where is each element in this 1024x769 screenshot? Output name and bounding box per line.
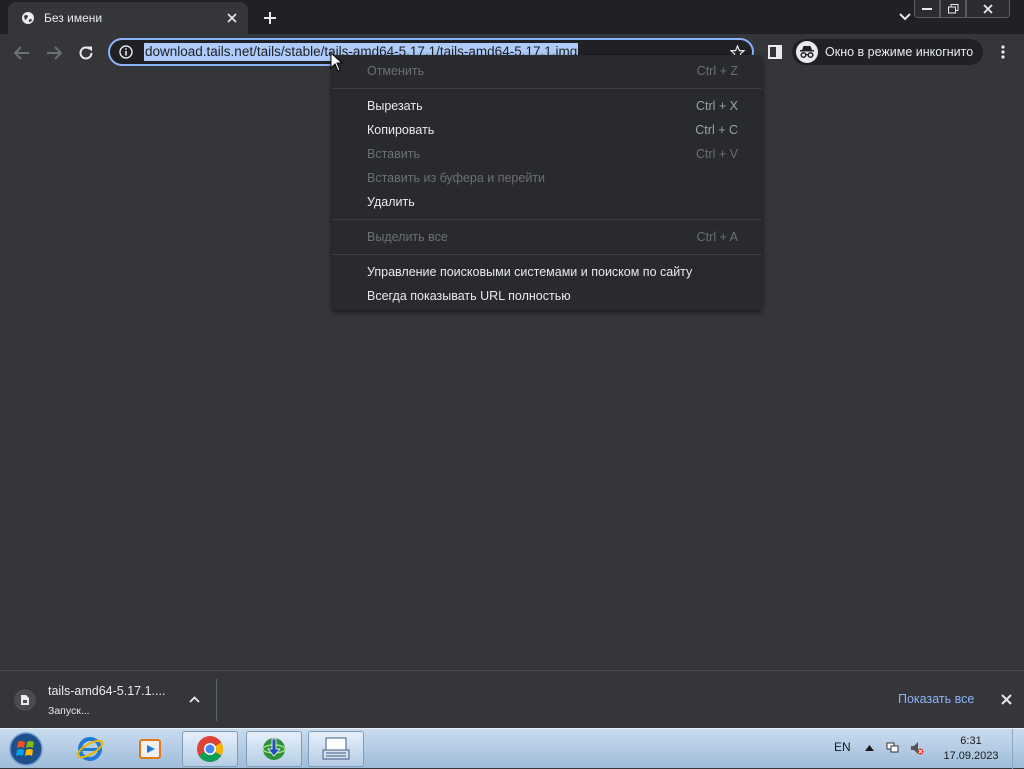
side-panel-icon[interactable]: [766, 43, 784, 61]
language-indicator[interactable]: EN: [834, 740, 851, 754]
menu-item-undo[interactable]: Отменить Ctrl + Z: [332, 59, 762, 83]
menu-item-show-full-url[interactable]: Всегда показывать URL полностью: [332, 284, 762, 308]
menu-item-paste[interactable]: Вставить Ctrl + V: [332, 142, 762, 166]
tab-untitled[interactable]: Без имени: [8, 2, 248, 34]
close-tab-icon[interactable]: [224, 10, 240, 26]
menu-item-cut[interactable]: Вырезать Ctrl + X: [332, 94, 762, 118]
tab-strip: Без имени: [0, 0, 1024, 34]
download-manager-icon[interactable]: [246, 731, 302, 767]
clock-date: 17.09.2023: [943, 750, 999, 762]
close-shelf-icon[interactable]: [998, 691, 1014, 707]
menu-item-label: Копировать: [367, 123, 435, 137]
shelf-divider: [216, 679, 217, 721]
download-status: Запуск...: [48, 705, 90, 717]
media-player-icon[interactable]: [122, 731, 178, 767]
file-icon: [14, 689, 36, 711]
menu-item-label: Вставить из буфера и перейти: [367, 171, 546, 185]
menu-item-shortcut: Ctrl + A: [696, 230, 738, 244]
back-button[interactable]: [10, 41, 34, 65]
system-clock[interactable]: 6:31 17.09.2023: [936, 734, 1006, 764]
clock-time: 6:31: [960, 735, 982, 747]
forward-button[interactable]: [42, 41, 66, 65]
restore-button[interactable]: [940, 0, 966, 18]
menu-item-shortcut: Ctrl + C: [695, 123, 738, 137]
window-controls: [914, 0, 1010, 18]
chevron-up-icon[interactable]: [862, 741, 876, 755]
incognito-badge[interactable]: Окно в режиме инкогнито: [792, 39, 984, 65]
show-desktop-button[interactable]: [1012, 729, 1024, 769]
info-icon[interactable]: [114, 40, 138, 64]
close-window-button[interactable]: [966, 0, 1010, 18]
incognito-label: Окно в режиме инкогнито: [825, 45, 974, 59]
tab-title: Без имени: [44, 11, 103, 25]
chrome-icon[interactable]: [182, 731, 238, 767]
menu-separator: [332, 219, 762, 220]
download-filename: tails-amd64-5.17.1....: [48, 684, 166, 698]
mouse-cursor-icon: [330, 51, 344, 72]
reload-button[interactable]: [74, 41, 98, 65]
menu-item-select-all[interactable]: Выделить все Ctrl + A: [332, 225, 762, 249]
menu-separator: [332, 254, 762, 255]
menu-item-label: Всегда показывать URL полностью: [367, 289, 571, 303]
menu-item-label: Управление поисковыми системами и поиско…: [367, 265, 693, 279]
menu-item-label: Вырезать: [367, 99, 423, 113]
menu-separator: [332, 88, 762, 89]
download-item[interactable]: tails-amd64-5.17.1.... Запуск...: [14, 683, 214, 719]
globe-icon: [20, 10, 36, 26]
internet-explorer-icon[interactable]: [62, 731, 118, 767]
menu-item-label: Отменить: [367, 64, 425, 78]
menu-item-shortcut: Ctrl + V: [695, 147, 738, 161]
more-menu-icon[interactable]: [994, 43, 1012, 61]
menu-item-shortcut: Ctrl + Z: [696, 64, 738, 78]
download-shelf: tails-amd64-5.17.1.... Запуск... Показат…: [0, 670, 1024, 728]
minimize-button[interactable]: [914, 0, 940, 18]
menu-item-manage-search-engines[interactable]: Управление поисковыми системами и поиско…: [332, 260, 762, 284]
menu-item-label: Удалить: [367, 195, 415, 209]
chevron-up-icon[interactable]: [186, 691, 202, 707]
network-icon[interactable]: [886, 741, 900, 755]
show-all-link[interactable]: Показать все: [898, 692, 974, 706]
context-menu: Отменить Ctrl + Z Вырезать Ctrl + X Копи…: [332, 55, 762, 310]
menu-item-shortcut: Ctrl + X: [695, 99, 738, 113]
new-tab-button[interactable]: [260, 8, 280, 28]
start-button[interactable]: [6, 730, 46, 768]
menu-item-copy[interactable]: Копировать Ctrl + C: [332, 118, 762, 142]
menu-item-paste-and-go[interactable]: Вставить из буфера и перейти: [332, 166, 762, 190]
menu-item-label: Выделить все: [367, 230, 448, 244]
menu-item-label: Вставить: [367, 147, 420, 161]
on-screen-keyboard-icon[interactable]: [308, 731, 364, 767]
incognito-icon: [796, 41, 818, 63]
volume-muted-icon[interactable]: [910, 741, 924, 755]
taskbar: EN 6:31 17.09.2023: [0, 728, 1024, 769]
chevron-down-icon[interactable]: [896, 8, 914, 26]
menu-item-delete[interactable]: Удалить: [332, 190, 762, 214]
